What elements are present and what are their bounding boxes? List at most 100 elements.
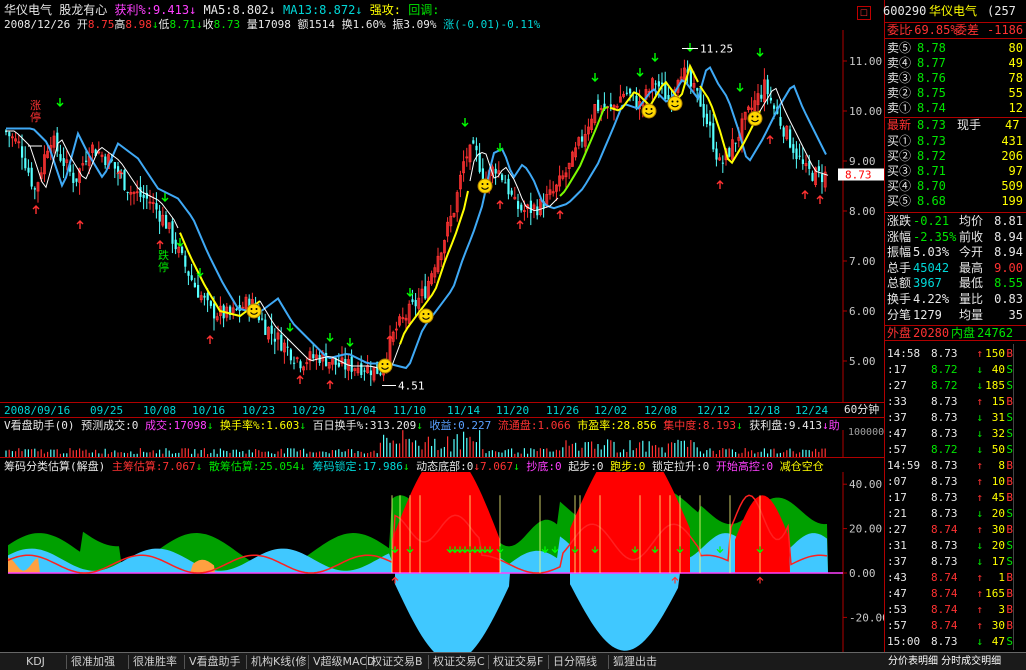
candle-body [597, 99, 600, 111]
buy-volume: 97 [1008, 164, 1023, 178]
indicator-tab[interactable]: 权证交易B [366, 655, 427, 669]
profit-value: 9.413 [152, 3, 190, 17]
buy-arrow-icon [816, 195, 824, 204]
header-line-2: 2008/12/26 开8.75高8.98↓低8.71↓收8.73 量17098… [4, 18, 541, 31]
smiley-icon [667, 96, 683, 111]
tick-time: :37 [887, 411, 907, 424]
candle-body [280, 334, 283, 351]
candle-body [414, 300, 417, 307]
period-label[interactable]: 60分钟 [844, 404, 879, 415]
up-arrow-icon: ↑ [976, 475, 983, 488]
tick-flag: S [1006, 443, 1013, 456]
tick-volume: 32 [991, 427, 1005, 440]
tick-row: :27 8.72 ↓ 185 S [885, 378, 1026, 393]
date-axis-label: 12/18 [747, 404, 781, 417]
candle-body [782, 127, 785, 137]
candle-body [696, 88, 699, 91]
tick-time: :31 [887, 539, 907, 552]
detail-tabs[interactable]: 分价表明细 分时成交明细 [884, 655, 1005, 669]
tick-time: :43 [887, 571, 907, 584]
close-icon[interactable]: ☐ [857, 6, 871, 20]
indicator-name: 股龙有心 [59, 3, 108, 17]
smiley-icon [747, 111, 763, 126]
candle-body [72, 172, 75, 183]
up-arrow-icon: ↑ [976, 587, 983, 600]
tick-price: 8.73 [931, 395, 958, 408]
stat-row: 振幅 5.03% 今开 8.94 [885, 245, 1026, 260]
tick-volume: 20 [991, 507, 1005, 520]
stat-label: 均价 [959, 214, 984, 228]
up-arrow-icon: ↑ [976, 619, 983, 632]
current-price-label: 8.73 [845, 169, 872, 182]
tick-price: 8.73 [931, 491, 958, 504]
weibi-row: 委比 -69.85% 委差 -1186 [885, 22, 1026, 39]
quote-panel[interactable]: 600290 华仪电气 (257 委比 -69.85% 委差 -1186 卖⑤ 8… [883, 0, 1026, 652]
indicator-tab[interactable]: 机构K线(修 [246, 655, 311, 669]
stat-label: 涨幅 [887, 229, 912, 244]
candle-body [104, 156, 107, 166]
candle-body [312, 354, 315, 359]
stat-label: 均量 [959, 307, 984, 322]
tick-scrollbar[interactable] [1013, 344, 1025, 650]
tick-row: :43 8.74 ↑ 1 B [885, 570, 1026, 585]
chart-area[interactable]: 华仪电气 股龙有心 获利%:9.413↓ MA5:8.802↓ MA13:8.8… [0, 0, 884, 652]
stat-value: 35 [1008, 307, 1023, 322]
sell-level-label: 卖① [887, 101, 912, 115]
price-chart[interactable]: 11.00 10.00 9.00 8.00 7.00 6.00 5.00 11.25 4.51 8… [0, 30, 884, 402]
indicator-tab[interactable]: 日分隔线 [548, 655, 601, 669]
tick-row: :21 8.73 ↓ 20 S [885, 506, 1026, 521]
candle-body [689, 69, 692, 87]
up-arrow-icon: ↑ [976, 491, 983, 504]
smiley-eye [381, 363, 384, 365]
stat-value: 8.55 [994, 276, 1023, 291]
down-arrow-icon: ↓ [976, 379, 983, 392]
indicator-tab[interactable]: 很准胜率 [128, 655, 181, 669]
quote-title: 600290 华仪电气 (257 [883, 4, 1016, 18]
indicator-tab[interactable]: 狐狸出击 [608, 655, 661, 669]
candle-body [142, 194, 145, 198]
tick-price: 8.73 [931, 555, 958, 568]
sell-arrow-icon [346, 338, 354, 347]
tick-volume: 47 [991, 635, 1005, 648]
tick-flag: S [1006, 507, 1013, 520]
sell-volume: 12 [1008, 101, 1023, 115]
buy-arrow-icon [766, 135, 774, 144]
indicator-tab[interactable]: 很准加强 [66, 655, 119, 669]
buy-level-label: 买② [887, 149, 912, 163]
smiley-eye [756, 115, 759, 118]
indicator-tab[interactable]: V看盘助手 [184, 655, 245, 669]
header-line-1: 华仪电气 股龙有心 获利%:9.413↓ MA5:8.802↓ MA13:8.8… [4, 3, 440, 17]
date-axis-label: 2008/09/16 [4, 404, 71, 417]
indicator-tab[interactable]: KDJ [22, 655, 49, 669]
limit-down-label: 跌停 [158, 249, 169, 274]
quote-stock-name: 华仪电气 [929, 4, 978, 18]
candle-body [472, 140, 475, 144]
candle-body [184, 255, 187, 267]
sell-row: 卖④ 8.77 49 [885, 56, 1026, 71]
tick-flag: S [1006, 539, 1013, 552]
candle-body [379, 373, 382, 375]
candle-body [517, 201, 520, 209]
buy-price: 8.72 [917, 149, 946, 163]
tick-time: :57 [887, 443, 907, 456]
tick-price: 8.73 [931, 347, 958, 360]
tick-volume: 20 [991, 539, 1005, 552]
candle-body [126, 191, 129, 193]
tick-price: 8.73 [931, 635, 958, 648]
tick-row: :53 8.74 ↑ 3 B [885, 602, 1026, 617]
sell-price: 8.77 [917, 56, 946, 70]
buy-row: 买④ 8.70 509 [885, 179, 1026, 194]
candle-body [798, 155, 801, 157]
tick-time: :53 [887, 603, 907, 616]
candle-body [181, 246, 184, 254]
indicator-tab[interactable]: 权证交易F [488, 655, 547, 669]
tick-flag: B [1006, 619, 1013, 632]
date-axis-label: 10/08 [143, 404, 177, 417]
tick-volume: 17 [991, 555, 1005, 568]
smiley-icon [477, 178, 493, 194]
tick-price: 8.72 [931, 443, 958, 456]
chip-buy-arrow-icon [756, 576, 764, 584]
candle-body [8, 132, 11, 137]
indicator-tab[interactable]: 权证交易C [428, 655, 489, 669]
sell-level-label: 卖④ [887, 56, 912, 70]
